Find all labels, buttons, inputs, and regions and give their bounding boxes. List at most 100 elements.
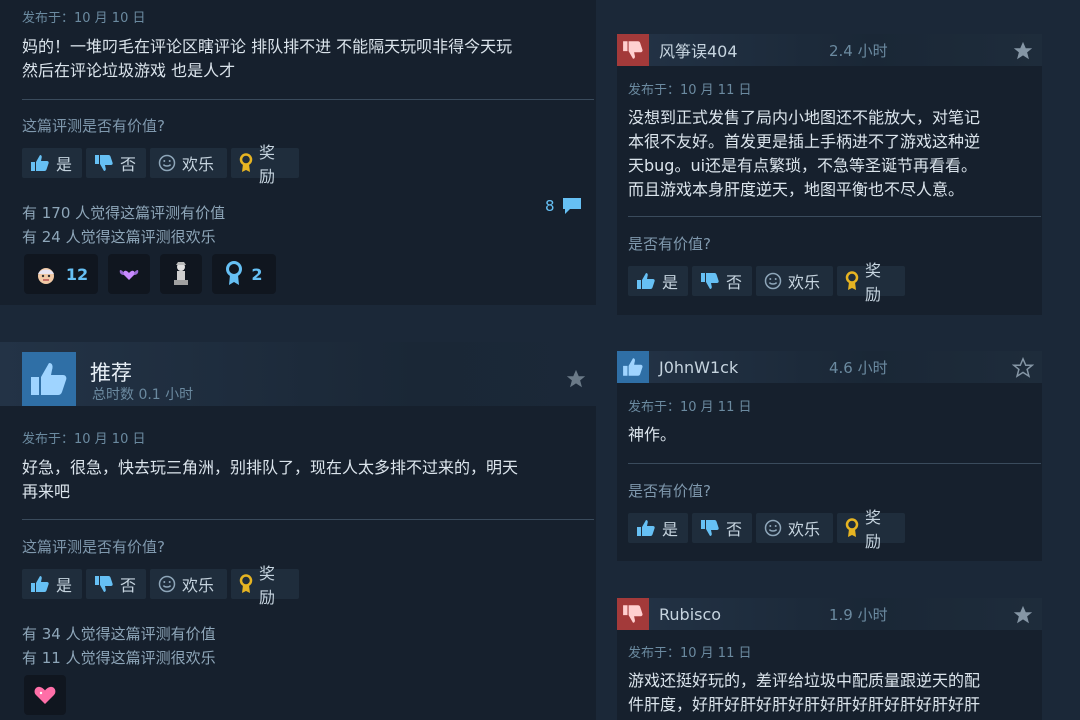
award-button[interactable]: 奖励 <box>231 143 299 186</box>
helpful-question: 这篇评测是否有价值? <box>22 538 165 556</box>
vote-no-button[interactable]: 否 <box>86 148 146 178</box>
helpful-question: 是否有价值? <box>628 482 711 500</box>
posted-date: 发布于：10 月 10 日 <box>22 11 146 26</box>
award-badge[interactable] <box>108 254 150 294</box>
vote-funny-button[interactable]: 欢乐 <box>756 513 833 543</box>
thumbs-down-icon <box>701 520 719 536</box>
posted-date: 发布于：10 月 11 日 <box>628 400 752 415</box>
vote-yes-label: 是 <box>662 520 679 539</box>
review-text: 游戏还挺好玩的，差评给垃圾中配质量跟逆天的配 件肝度，好肝好肝好肝好肝好肝好肝好… <box>628 669 1040 717</box>
review-hours: 总时数 0.1 小时 <box>92 387 194 403</box>
posted-date: 发布于：10 月 11 日 <box>628 83 752 98</box>
heart-award-icon <box>34 686 56 704</box>
smiley-icon <box>158 154 176 172</box>
award-label: 奖励 <box>259 143 276 186</box>
reviewer-name[interactable]: Rubisco <box>659 605 829 624</box>
divider <box>628 463 1041 464</box>
award-icon <box>239 153 253 172</box>
vote-yes-button[interactable]: 是 <box>22 569 82 599</box>
reviewer-name[interactable]: 风筝误404 <box>659 38 829 62</box>
vote-funny-button[interactable]: 欢乐 <box>756 266 833 296</box>
review-header: J0hnW1ck 4.6 小时 <box>617 351 1042 383</box>
thumbs-up-icon <box>31 363 67 395</box>
not-recommended-badge <box>617 598 649 630</box>
vote-no-label: 否 <box>726 520 743 539</box>
award-badge[interactable]: 2 <box>212 254 276 294</box>
award-icon <box>845 518 859 537</box>
review-text-line: 件肝度，好肝好肝好肝好肝好肝好肝好肝好肝好肝 <box>628 695 981 714</box>
award-button[interactable]: 奖励 <box>837 261 905 304</box>
recommended-badge <box>617 351 649 383</box>
star-icon[interactable] <box>565 368 587 390</box>
posted-date: 发布于：10 月 11 日 <box>628 646 752 661</box>
vote-no-button[interactable]: 否 <box>692 513 752 543</box>
vote-funny-label: 欢乐 <box>788 520 821 539</box>
vote-funny-button[interactable]: 欢乐 <box>150 569 227 599</box>
review-text-line: 天bug。ui还是有点繁琐，不急等圣诞节再看看。 <box>628 156 978 175</box>
review-header: Rubisco 1.9 小时 <box>617 598 1042 630</box>
review-text-line: 本很不友好。首发更是插上手柄进不了游戏这种逆 <box>628 132 981 151</box>
thumbs-down-icon <box>701 273 719 289</box>
vote-funny-button[interactable]: 欢乐 <box>150 148 227 178</box>
thumbs-down-icon <box>623 605 643 623</box>
review-text: 妈的！一堆叼毛在评论区瞎评论 排队排不进 不能隔天玩呗非得今天玩 然后在评论垃圾… <box>22 35 592 83</box>
thumbs-down-icon <box>623 41 643 59</box>
helpful-count: 有 34 人觉得这篇评测有价值 <box>22 625 216 643</box>
award-button[interactable]: 奖励 <box>837 508 905 551</box>
not-recommended-badge <box>617 34 649 66</box>
vote-yes-button[interactable]: 是 <box>628 266 688 296</box>
vote-yes-label: 是 <box>56 155 73 174</box>
review-card-5: Rubisco 1.9 小时 发布于：10 月 11 日 游戏还挺好玩的，差评给… <box>617 598 1042 720</box>
vote-no-button[interactable]: 否 <box>86 569 146 599</box>
review-text-line: 好急，很急，快去玩三角洲，别排队了，现在人太多排不过来的，明天 <box>22 458 519 477</box>
posted-date: 发布于：10 月 10 日 <box>22 432 146 447</box>
star-outline-icon[interactable] <box>1012 357 1034 379</box>
smiley-icon <box>158 575 176 593</box>
comment-count: 8 <box>545 197 555 215</box>
thumbs-up-icon <box>623 358 643 376</box>
review-card-3: 风筝误404 2.4 小时 发布于：10 月 11 日 没想到正式发售了局内小地… <box>617 34 1042 315</box>
smiley-icon <box>764 272 782 290</box>
divider <box>22 99 594 100</box>
funny-count: 有 24 人觉得这篇评测很欢乐 <box>22 228 216 246</box>
award-button[interactable]: 奖励 <box>231 564 299 607</box>
vote-yes-button[interactable]: 是 <box>22 148 82 178</box>
star-icon[interactable] <box>1012 604 1034 626</box>
vote-yes-label: 是 <box>56 576 73 595</box>
review-verdict: 推荐 <box>90 361 132 385</box>
review-text-line: 游戏还挺好玩的，差评给垃圾中配质量跟逆天的配 <box>628 671 981 690</box>
award-badge[interactable] <box>160 254 202 294</box>
ribbon-award-icon <box>226 261 243 285</box>
vote-no-label: 否 <box>120 155 137 174</box>
review-text-line: 妈的！一堆叼毛在评论区瞎评论 排队排不进 不能隔天玩呗非得今天玩 <box>22 37 513 56</box>
thumbs-up-icon <box>637 520 655 536</box>
review-text-line: 没想到正式发售了局内小地图还不能放大，对笔记 <box>628 108 981 127</box>
divider <box>22 519 594 520</box>
review-header: 风筝误404 2.4 小时 <box>617 34 1042 66</box>
vote-yes-label: 是 <box>662 273 679 292</box>
comment-count-link[interactable]: 8 <box>545 196 583 216</box>
star-icon[interactable] <box>1012 40 1034 62</box>
heart-wings-award-icon <box>119 270 139 280</box>
award-badge[interactable] <box>24 675 66 715</box>
award-icon <box>239 574 253 593</box>
vote-funny-label: 欢乐 <box>182 576 215 595</box>
vote-funny-label: 欢乐 <box>182 155 215 174</box>
funny-count: 有 11 人觉得这篇评测很欢乐 <box>22 649 216 667</box>
vote-no-button[interactable]: 否 <box>692 266 752 296</box>
award-badge[interactable]: 12 <box>24 254 98 294</box>
thumbs-up-icon <box>31 155 49 171</box>
award-label: 奖励 <box>865 261 882 304</box>
award-label: 奖励 <box>865 508 882 551</box>
award-icon <box>845 271 859 290</box>
vote-yes-button[interactable]: 是 <box>628 513 688 543</box>
helpful-count: 有 170 人觉得这篇评测有价值 <box>22 204 226 222</box>
review-text: 神作。 <box>628 423 1040 447</box>
thumbs-down-icon <box>95 576 113 592</box>
reviewer-name[interactable]: J0hnW1ck <box>659 358 829 377</box>
review-text: 没想到正式发售了局内小地图还不能放大，对笔记 本很不友好。首发更是插上手柄进不了… <box>628 106 1040 202</box>
smiley-icon <box>764 519 782 537</box>
review-text-line: 再来吧 <box>22 482 71 501</box>
review-card-2: 推荐 总时数 0.1 小时 发布于：10 月 10 日 好急，很急，快去玩三角洲… <box>0 342 596 720</box>
review-text-line: 然后在评论垃圾游戏 也是人才 <box>22 61 236 80</box>
